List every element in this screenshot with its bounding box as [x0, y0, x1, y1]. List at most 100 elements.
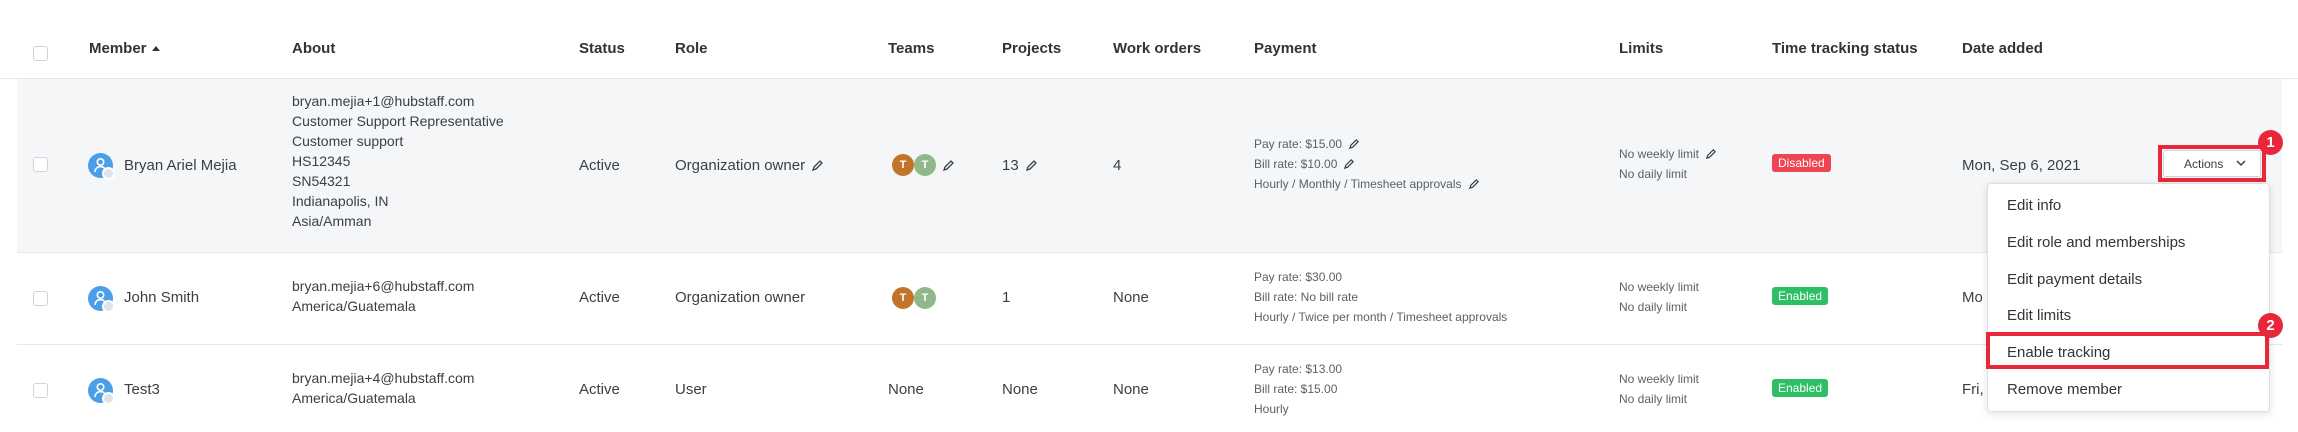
header-projects: Projects [1002, 40, 1062, 57]
pay-type: Hourly [1254, 310, 1289, 324]
select-all-checkbox[interactable] [33, 46, 48, 61]
member-name[interactable]: John Smith [124, 289, 199, 306]
pay-approvals: Timesheet approvals [1396, 310, 1508, 324]
menu-item-edit-info[interactable]: Edit info [2007, 197, 2061, 214]
menu-item-edit-limits[interactable]: Edit limits [2007, 307, 2071, 324]
separator: / [1292, 310, 1296, 324]
payment-info: Pay rate: $15.00 Bill rate: $10.00 Hourl… [1254, 134, 1480, 194]
role-cell: Organization owner [675, 157, 824, 174]
table-header: Member About Status Role Teams Projects … [0, 0, 2298, 79]
pay-type: Hourly [1254, 177, 1289, 191]
pay-rate: Pay rate: $15.00 [1254, 137, 1343, 151]
row-checkbox[interactable] [33, 157, 48, 172]
menu-item-edit-payment[interactable]: Edit payment details [2007, 271, 2142, 288]
edit-pencil-icon[interactable] [942, 159, 955, 172]
pay-type: Hourly [1254, 402, 1289, 416]
edit-pencil-icon[interactable] [1025, 159, 1038, 172]
sort-asc-icon [151, 46, 160, 51]
work-orders-count: None [1113, 381, 1149, 398]
status-indicator-icon [102, 167, 115, 180]
role-text: Organization owner [675, 289, 806, 306]
payment-info: Pay rate: $13.00 Bill rate: $15.00 Hourl… [1254, 359, 1342, 419]
row-checkbox[interactable] [33, 383, 48, 398]
projects-count: None [1002, 381, 1038, 398]
projects-count: 13 [1002, 157, 1019, 174]
pay-rate: Pay rate: $13.00 [1254, 362, 1343, 376]
member-name[interactable]: Test3 [124, 381, 160, 398]
about-line: America/Guatemala [292, 298, 416, 314]
limits-info: No weekly limit No daily limit [1619, 369, 1699, 409]
status-indicator-icon [102, 392, 115, 405]
menu-item-remove-member[interactable]: Remove member [2007, 381, 2122, 398]
daily-limit: No daily limit [1619, 392, 1688, 406]
avatar [88, 153, 115, 180]
header-work-orders: Work orders [1113, 40, 1202, 57]
about-line: America/Guatemala [292, 390, 416, 406]
header-date-added: Date added [1962, 40, 2043, 57]
status-text: Active [579, 157, 620, 174]
header-time-tracking-status: Time tracking status [1772, 40, 1918, 57]
daily-limit: No daily limit [1619, 167, 1688, 181]
member-name[interactable]: Bryan Ariel Mejia [124, 157, 237, 174]
about-line: Indianapolis, IN [292, 193, 389, 209]
edit-pencil-icon[interactable] [1705, 148, 1717, 160]
date-added: Mon, Sep 6, 2021 [1962, 157, 2081, 174]
menu-item-enable-tracking[interactable]: Enable tracking [2007, 344, 2110, 361]
work-orders-count: 4 [1113, 157, 1122, 174]
team-avatar[interactable]: T [914, 287, 936, 309]
edit-pencil-icon[interactable] [1468, 178, 1480, 190]
tracking-status-badge: Enabled [1772, 287, 1829, 305]
about-line: bryan.mejia+6@hubstaff.com [292, 278, 475, 294]
table-row[interactable]: John Smith bryan.mejia+6@hubstaff.com Am… [17, 253, 2282, 345]
header-payment: Payment [1254, 40, 1317, 57]
weekly-limit: No weekly limit [1619, 280, 1700, 294]
limits-info: No weekly limit No daily limit [1619, 144, 1717, 184]
about-line: Asia/Amman [292, 213, 372, 229]
edit-pencil-icon[interactable] [1343, 158, 1355, 170]
daily-limit: No daily limit [1619, 300, 1688, 314]
about-line: bryan.mejia+1@hubstaff.com [292, 93, 475, 109]
about-line: HS12345 [292, 153, 351, 169]
separator: / [1389, 310, 1394, 324]
header-member[interactable]: Member [89, 40, 160, 57]
about-line: Customer Support Representative [292, 113, 504, 129]
header-about: About [292, 40, 336, 57]
row-checkbox[interactable] [33, 291, 48, 306]
callout-badge: 1 [2258, 130, 2283, 155]
pay-period: Twice per month [1298, 310, 1387, 324]
menu-item-edit-role[interactable]: Edit role and memberships [2007, 234, 2185, 251]
pay-period: Monthly [1298, 177, 1341, 191]
header-status: Status [579, 40, 625, 57]
team-avatar[interactable]: T [892, 154, 914, 176]
status-text: Active [579, 381, 620, 398]
tracking-status-badge: Enabled [1772, 379, 1829, 397]
actions-menu: Edit info Edit role and memberships Edit… [1987, 183, 2270, 412]
team-avatar[interactable]: T [914, 154, 936, 176]
about-line: SN54321 [292, 173, 351, 189]
actions-button[interactable]: Actions [2163, 150, 2261, 177]
limits-info: No weekly limit No daily limit [1619, 277, 1699, 317]
status-text: Active [579, 289, 620, 306]
bill-rate: Bill rate: $15.00 [1254, 382, 1338, 396]
avatar [88, 378, 115, 405]
pay-approvals: Timesheet approvals [1350, 177, 1462, 191]
bill-rate: Bill rate: $10.00 [1254, 157, 1338, 171]
table-row[interactable]: Test3 bryan.mejia+4@hubstaff.com America… [17, 345, 2282, 432]
date-added: Fri, [1962, 381, 1984, 398]
header-teams: Teams [888, 40, 935, 57]
edit-pencil-icon[interactable] [811, 159, 824, 172]
date-added: Mo [1962, 289, 1983, 306]
edit-pencil-icon[interactable] [1348, 138, 1360, 150]
actions-label: Actions [2184, 157, 2224, 171]
role-text: Organization owner [675, 157, 806, 174]
projects-count: 1 [1002, 289, 1011, 306]
bill-rate: Bill rate: No bill rate [1254, 290, 1359, 304]
about-line: Customer support [292, 133, 404, 149]
weekly-limit: No weekly limit [1619, 147, 1700, 161]
header-role: Role [675, 40, 708, 57]
about-info: bryan.mejia+6@hubstaff.com America/Guate… [292, 276, 474, 316]
team-avatar[interactable]: T [892, 287, 914, 309]
chevron-down-icon [2236, 160, 2246, 167]
table-row[interactable]: Bryan Ariel Mejia bryan.mejia+1@hubstaff… [17, 79, 2282, 253]
about-info: bryan.mejia+4@hubstaff.com America/Guate… [292, 368, 474, 408]
